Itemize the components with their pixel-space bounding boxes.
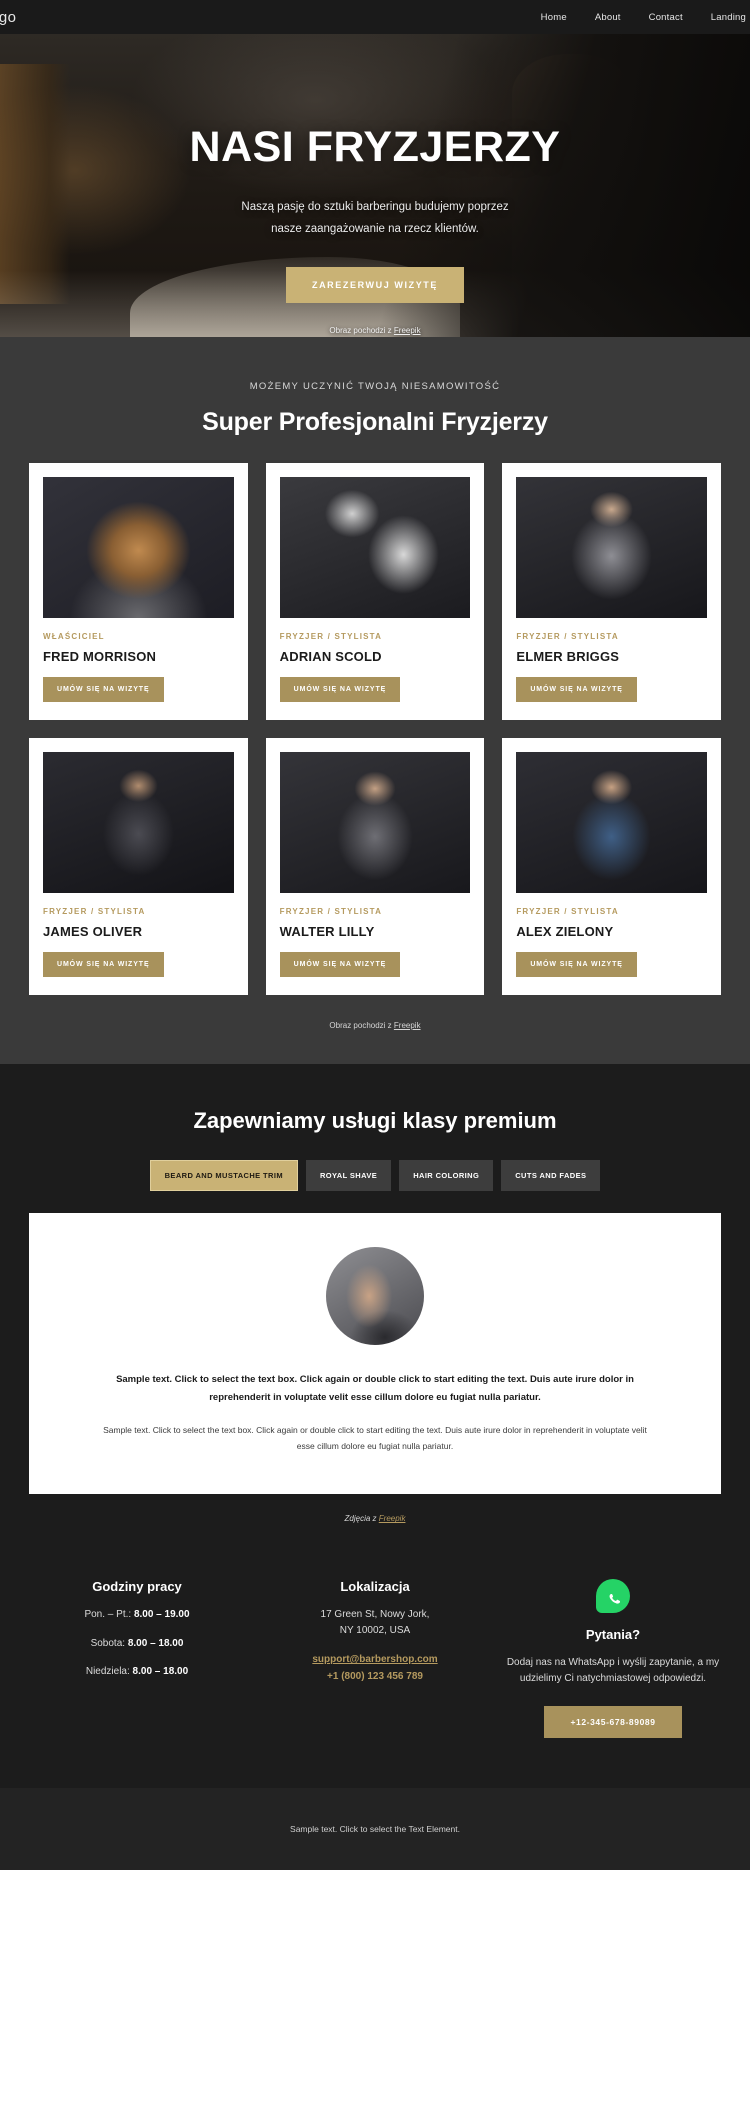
team-grid: WŁAŚCICIEL FRED MORRISON UMÓW SIĘ NA WIZ… [29,463,721,995]
whatsapp-phone-button[interactable]: +12-345-678-89089 [544,1706,682,1739]
hours-row-label: Pon. – Pt.: [84,1609,134,1621]
hours-row: Pon. – Pt.: 8.00 – 19.00 [25,1607,249,1623]
hours-row-label: Sobota: [90,1637,128,1649]
hero-title: NASI FRYZJERZY [189,123,561,171]
team-member-name: ADRIAN SCOLD [279,649,382,664]
tab-cuts-and-fades[interactable]: CUTS AND FADES [501,1160,601,1191]
team-member-photo [279,752,471,893]
service-avatar [326,1247,424,1345]
questions-heading: Pytania? [585,1627,641,1643]
services-tab-bar: BEARD AND MUSTACHE TRIM ROYAL SHAVE HAIR… [0,1160,750,1191]
team-member-book-button[interactable]: UMÓW SIĘ NA WIZYTĘ [516,677,637,702]
team-member-card[interactable]: FRYZJER / STYLISTA ALEX ZIELONY UMÓW SIĘ… [502,738,721,995]
services-title: Zapewniamy usługi klasy premium [193,1108,557,1133]
hours-row: Sobota: 8.00 – 18.00 [25,1636,249,1652]
hours-heading: Godziny pracy [92,1579,182,1595]
team-member-name: ALEX ZIELONY [516,924,614,939]
location-address-line-1: 17 Green St, Nowy Jork, [320,1609,430,1621]
contact-grid: Godziny pracy Pon. – Pt.: 8.00 – 19.00 S… [25,1579,725,1739]
whatsapp-icon [596,1579,630,1614]
tab-beard-and-mustache-trim[interactable]: BEARD AND MUSTACHE TRIM [149,1160,298,1191]
location-address-line-2: NY 10002, USA [339,1624,411,1636]
team-member-card[interactable]: FRYZJER / STYLISTA ADRIAN SCOLD UMÓW SIĘ… [265,463,485,720]
location-heading: Lokalizacja [340,1579,410,1595]
services-section: Zapewniamy usługi klasy premium BEARD AN… [0,1064,750,1789]
team-section: MOŻEMY UCZYNIĆ TWOJĄ NIESAMOWITOŚĆ Super… [0,337,750,1064]
hours-row-value: 8.00 – 18.00 [127,1637,184,1649]
location-address: 17 Green St, Nowy Jork, NY 10002, USA [263,1607,487,1638]
team-member-book-button[interactable]: UMÓW SIĘ NA WIZYTĘ [43,677,164,702]
questions-text: Dodaj nas na WhatsApp i wyślij zapytanie… [506,1657,720,1684]
site-footer: Sample text. Click to select the Text El… [0,1788,750,1871]
site-header: ogo Home About Contact Landing [0,0,750,34]
hero-book-appointment-button[interactable]: ZAREZERWUJ WIZYTĘ [285,266,465,303]
team-member-role: FRYZJER / STYLISTA [279,632,383,641]
team-member-role: FRYZJER / STYLISTA [43,907,146,916]
team-member-name: ELMER BRIGGS [516,649,620,664]
main-navigation: Home About Contact Landing [541,12,746,23]
team-member-book-button[interactable]: UMÓW SIĘ NA WIZYTĘ [516,952,637,977]
service-body-text: Sample text. Click to select the text bo… [103,1425,647,1452]
team-member-card[interactable]: FRYZJER / STYLISTA ELMER BRIGGS UMÓW SIĘ… [502,463,721,720]
hours-row: Niedziela: 8.00 – 18.00 [25,1664,249,1680]
hero-credit-link[interactable]: Freepik [394,326,421,335]
site-logo[interactable]: ogo [0,9,17,26]
contact-section: Godziny pracy Pon. – Pt.: 8.00 – 19.00 S… [0,1523,750,1789]
team-member-photo [43,477,234,618]
team-member-name: FRED MORRISON [43,649,157,664]
hero-image-credit: Obraz pochodzi z Freepik [0,326,750,335]
service-lead-text: Sample text. Click to select the text bo… [116,1374,634,1403]
hero-subtitle: Naszą pasję do sztuki barberingu budujem… [0,197,750,241]
hero-content: NASI FRYZJERZY Naszą pasję do sztuki bar… [0,34,750,335]
hero-credit-prefix: Obraz pochodzi z [329,325,394,335]
team-member-book-button[interactable]: UMÓW SIĘ NA WIZYTĘ [279,952,401,977]
contact-column-location: Lokalizacja 17 Green St, Nowy Jork, NY 1… [263,1579,487,1738]
location-phone-link[interactable]: +1 (800) 123 456 789 [327,1671,423,1682]
team-member-photo [516,752,707,893]
services-panel: Sample text. Click to select the text bo… [29,1213,721,1495]
team-member-role: WŁAŚCICIEL [43,632,105,641]
hero-subtitle-line-1: Naszą pasję do sztuki barberingu budujem… [241,201,509,213]
hero-section: NASI FRYZJERZY Naszą pasję do sztuki bar… [0,34,750,337]
team-member-book-button[interactable]: UMÓW SIĘ NA WIZYTĘ [43,952,164,977]
team-member-card[interactable]: FRYZJER / STYLISTA JAMES OLIVER UMÓW SIĘ… [29,738,248,995]
team-member-role: FRYZJER / STYLISTA [279,907,383,916]
services-credit-prefix: Zdjęcia z [344,1514,379,1524]
nav-item-contact[interactable]: Contact [649,12,683,23]
location-email-link[interactable]: support@barbershop.com [312,1654,437,1665]
hours-row-value: 8.00 – 18.00 [132,1666,189,1678]
team-member-card[interactable]: FRYZJER / STYLISTA WALTER LILLY UMÓW SIĘ… [265,738,485,995]
team-member-name: WALTER LILLY [279,924,375,939]
team-image-credit: Obraz pochodzi z Freepik [0,995,750,1064]
team-eyebrow: MOŻEMY UCZYNIĆ TWOJĄ NIESAMOWITOŚĆ [249,381,501,392]
hero-subtitle-line-2: nasze zaangażowanie na rzecz klientów. [271,222,479,235]
services-credit-link[interactable]: Freepik [379,1514,406,1523]
team-member-name: JAMES OLIVER [43,924,143,939]
contact-column-hours: Godziny pracy Pon. – Pt.: 8.00 – 19.00 S… [25,1579,249,1738]
team-credit-prefix: Obraz pochodzi z [329,1021,394,1030]
team-title: Super Profesjonalni Fryzjerzy [202,408,548,436]
hours-row-label: Niedziela: [85,1666,133,1678]
nav-item-landing[interactable]: Landing [711,12,746,23]
footer-text: Sample text. Click to select the Text El… [290,1824,460,1835]
team-member-card[interactable]: WŁAŚCICIEL FRED MORRISON UMÓW SIĘ NA WIZ… [29,463,248,720]
team-member-book-button[interactable]: UMÓW SIĘ NA WIZYTĘ [279,677,401,702]
team-member-role: FRYZJER / STYLISTA [516,907,619,916]
services-image-credit: Zdjęcia z Freepik [0,1494,750,1523]
team-member-role: FRYZJER / STYLISTA [516,632,619,641]
nav-item-about[interactable]: About [595,12,621,23]
team-member-photo [516,477,707,618]
tab-royal-shave[interactable]: ROYAL SHAVE [305,1160,392,1191]
nav-item-home[interactable]: Home [541,12,567,23]
contact-column-questions: Pytania? Dodaj nas na WhatsApp i wyślij … [501,1579,725,1739]
hours-row-value: 8.00 – 19.00 [133,1609,190,1621]
location-contact-details: support@barbershop.com +1 (800) 123 456 … [263,1652,487,1685]
team-member-photo [279,477,471,618]
team-credit-link[interactable]: Freepik [394,1021,421,1030]
team-member-photo [43,752,234,893]
tab-hair-coloring[interactable]: HAIR COLORING [399,1160,494,1191]
